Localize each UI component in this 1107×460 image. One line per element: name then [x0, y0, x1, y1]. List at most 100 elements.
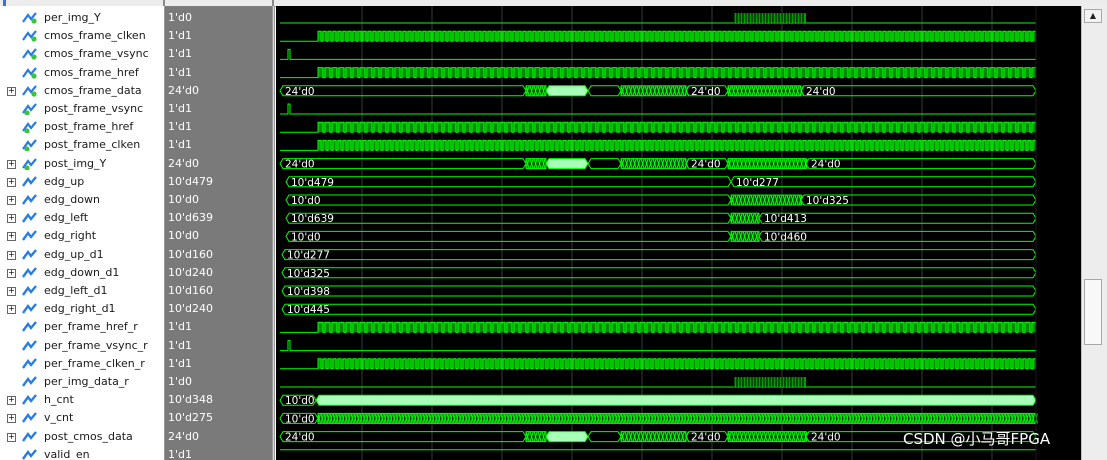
signal-value-row[interactable]: 1'd1 [165, 446, 272, 460]
signal-row-v-cnt[interactable]: + v_cnt [0, 409, 164, 427]
waveform-pane[interactable]: 24'd0 24'd0 24'd0 24'd0 24'd0 24'd0 10'd479 10'… [276, 6, 1081, 460]
blue-internal-signal-icon [22, 176, 38, 188]
signal-value-row[interactable]: 1'd1 [165, 100, 272, 118]
signal-value-row[interactable]: 10'd479 [165, 173, 272, 191]
signal-name: edg_left [44, 211, 89, 225]
signal-name: per_img_data_r [44, 375, 129, 388]
signal-value-row[interactable]: 1'd1 [165, 118, 272, 136]
waveform-canvas[interactable]: 24'd0 24'd0 24'd0 24'd0 24'd0 24'd0 10'd479 10'… [276, 6, 1081, 460]
signal-row-valid-en[interactable]: valid_en [0, 446, 164, 460]
signal-value-row[interactable]: 1'd1 [165, 318, 272, 336]
signal-row-cmos-frame-clken[interactable]: cmos_frame_clken [0, 27, 164, 45]
expand-plus-icon[interactable]: + [7, 305, 16, 315]
signal-row-post-frame-vsync[interactable]: post_frame_vsync [0, 100, 164, 118]
signal-row-cmos-frame-data[interactable]: + cmos_frame_data [0, 82, 164, 100]
signal-value-row[interactable]: 1'd1 [165, 45, 272, 63]
signal-row-edg-left[interactable]: + edg_left [0, 209, 164, 227]
signal-value: 10'd240 [168, 265, 213, 279]
signal-value-row[interactable]: 10'd0 [165, 191, 272, 209]
signal-name: per_frame_vsync_r [44, 338, 148, 352]
bus-segment [281, 285, 1037, 297]
signal-row-cmos-frame-href[interactable]: cmos_frame_href [0, 64, 164, 82]
signal-value-row[interactable]: 10'd160 [165, 246, 272, 264]
bus-segment [315, 394, 1037, 406]
expand-plus-icon[interactable]: + [7, 396, 16, 406]
signal-row-per-frame-clken-r[interactable]: per_frame_clken_r [0, 355, 164, 373]
green-input-signal-icon [22, 85, 38, 97]
green-input-signal-icon [22, 30, 38, 42]
signal-name-pane[interactable]: per_img_Y cmos_frame_clken cmos_frame_vsyn… [0, 6, 165, 460]
signal-value-row[interactable]: 10'd0 [165, 227, 272, 245]
signal-value-row[interactable]: 1'd0 [165, 373, 272, 391]
expand-plus-icon[interactable]: + [7, 232, 16, 242]
signal-value-row[interactable]: 10'd639 [165, 209, 272, 227]
signal-row-edg-down[interactable]: + edg_down [0, 191, 164, 209]
output-signal-icon [22, 157, 38, 171]
signal-value-row[interactable]: 10'd275 [165, 409, 272, 427]
signal-row-per-img-data-r[interactable]: per_img_data_r [0, 373, 164, 391]
clock-waveform-fill [318, 67, 1036, 78]
expand-plus-icon[interactable]: + [7, 268, 16, 278]
expand-plus-icon[interactable]: + [7, 250, 16, 260]
signal-row-per-img-Y[interactable]: per_img_Y [0, 9, 164, 27]
signal-row-post-cmos-data[interactable]: + post_cmos_data [0, 428, 164, 446]
signal-value-row[interactable]: 10'd240 [165, 300, 272, 318]
blue-internal-signal-icon [22, 339, 38, 352]
signal-row-edg-right[interactable]: + edg_right [0, 227, 164, 245]
signal-row-edg-right-d1[interactable]: + edg_right_d1 [0, 300, 164, 318]
signal-value-pane[interactable]: 1'd0 1'd1 1'd1 1'd1 24'd0 1'd1 1'd1 1'd1 24'd0 10… [165, 6, 272, 460]
signal-value-row[interactable]: 1'd1 [165, 355, 272, 373]
bus-value-label: 10'd639 [291, 213, 334, 225]
vertical-scrollbar[interactable]: ▲ [1081, 6, 1107, 460]
expand-plus-icon[interactable]: + [7, 287, 16, 296]
signal-value: 1'd0 [168, 375, 193, 388]
blue-internal-signal-icon [22, 321, 38, 333]
bus-value-label: 24'd0 [285, 432, 315, 444]
expand-plus-icon[interactable]: + [7, 177, 16, 187]
blue-internal-signal-icon [22, 267, 38, 279]
signal-value-row[interactable]: 10'd160 [165, 282, 272, 300]
signal-name: h_cnt [44, 393, 74, 407]
signal-row-post-frame-href[interactable]: post_frame_href [0, 118, 164, 136]
signal-value-row[interactable]: 1'd1 [165, 64, 272, 82]
expand-plus-icon[interactable]: + [7, 214, 16, 224]
scrollbar-thumb[interactable] [1084, 279, 1102, 345]
signal-value: 1'd1 [168, 447, 193, 460]
expand-plus-icon[interactable]: + [7, 86, 16, 96]
pane-splitter[interactable] [272, 6, 275, 460]
signal-value: 1'd1 [168, 356, 193, 370]
signal-value-row[interactable]: 1'd1 [165, 136, 272, 154]
signal-row-edg-left-d1[interactable]: + edg_left_d1 [0, 282, 164, 300]
scroll-up-arrow-icon[interactable]: ▲ [1084, 9, 1102, 23]
bit-waveform [280, 48, 1036, 60]
signal-name: post_frame_clken [44, 138, 141, 152]
bus-segment [279, 431, 527, 443]
signal-name: post_frame_href [44, 120, 134, 134]
bus-value-label: 10'd0 [285, 395, 315, 407]
signal-row-edg-up-d1[interactable]: + edg_up_d1 [0, 246, 164, 264]
signal-row-cmos-frame-vsync[interactable]: cmos_frame_vsync [0, 45, 164, 63]
signal-row-edg-down-d1[interactable]: + edg_down_d1 [0, 264, 164, 282]
signal-value-row[interactable]: 1'd0 [165, 9, 272, 27]
signal-row-per-frame-vsync-r[interactable]: per_frame_vsync_r [0, 337, 164, 355]
signal-value: 10'd479 [168, 174, 213, 188]
signal-value-row[interactable]: 24'd0 [165, 428, 272, 446]
expand-plus-icon[interactable]: + [7, 196, 16, 205]
signal-row-h-cnt[interactable]: + h_cnt [0, 391, 164, 409]
signal-row-post-img-Y[interactable]: + post_img_Y [0, 155, 164, 173]
signal-row-edg-up[interactable]: + edg_up [0, 173, 164, 191]
signal-value-row[interactable]: 10'd348 [165, 391, 272, 409]
signal-row-per-frame-href-r[interactable]: per_frame_href_r [0, 318, 164, 336]
expand-plus-icon[interactable]: + [7, 159, 16, 169]
signal-value-row[interactable]: 10'd240 [165, 264, 272, 282]
bus-value-label: 10'd398 [287, 286, 330, 298]
expand-plus-icon[interactable]: + [7, 432, 16, 442]
bus-value-label: 10'd0 [291, 231, 321, 243]
signal-value-row[interactable]: 1'd1 [165, 27, 272, 45]
signal-value-row[interactable]: 1'd1 [165, 337, 272, 355]
signal-value-row[interactable]: 24'd0 [165, 155, 272, 173]
signal-row-post-frame-clken[interactable]: post_frame_clken [0, 136, 164, 154]
expand-plus-icon[interactable]: + [7, 414, 16, 424]
signal-value-row[interactable]: 24'd0 [165, 82, 272, 100]
output-signal-icon [22, 121, 38, 134]
